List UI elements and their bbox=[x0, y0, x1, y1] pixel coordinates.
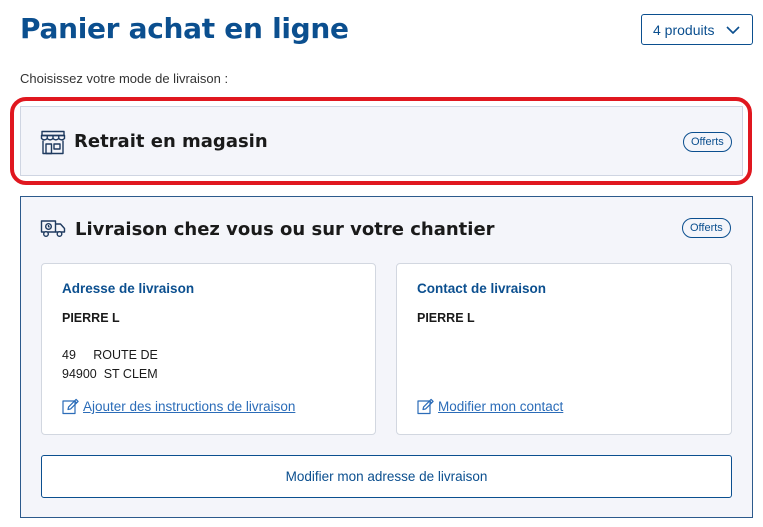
add-delivery-instructions-label: Ajouter des instructions de livraison bbox=[83, 399, 296, 414]
edit-contact-link[interactable]: Modifier mon contact bbox=[417, 398, 563, 415]
pickup-option-title: Retrait en magasin bbox=[74, 131, 268, 152]
modify-delivery-address-button[interactable]: Modifier mon adresse de livraison bbox=[41, 455, 732, 498]
store-icon bbox=[40, 130, 66, 155]
delivery-address-title: Adresse de livraison bbox=[62, 281, 195, 296]
delivery-option-title: Livraison chez vous ou sur votre chantie… bbox=[75, 219, 495, 240]
home-delivery-option[interactable]: Livraison chez vous ou sur votre chantie… bbox=[20, 196, 753, 518]
delivery-contact-card: Contact de livraison PIERRE L Modifier m… bbox=[396, 263, 732, 435]
products-count-dropdown[interactable]: 4 produits bbox=[641, 14, 753, 45]
delivery-address-line1: 49 ROUTE DE bbox=[62, 348, 158, 362]
add-delivery-instructions-link[interactable]: Ajouter des instructions de livraison bbox=[62, 398, 295, 415]
products-count-label: 4 produits bbox=[653, 21, 715, 38]
delivery-mode-prompt: Choisissez votre mode de livraison : bbox=[20, 71, 229, 86]
delivery-address-name: PIERRE L bbox=[62, 311, 120, 325]
delivery-contact-name: PIERRE L bbox=[417, 311, 475, 325]
pickup-free-badge: Offerts bbox=[683, 132, 732, 152]
edit-icon bbox=[417, 398, 434, 415]
delivery-address-line2: 94900 ST CLEM bbox=[62, 367, 158, 381]
chevron-down-icon bbox=[726, 26, 740, 34]
edit-icon bbox=[62, 398, 79, 415]
delivery-contact-title: Contact de livraison bbox=[417, 281, 547, 296]
delivery-truck-icon bbox=[40, 220, 66, 237]
delivery-free-badge: Offerts bbox=[682, 218, 731, 238]
page-title: Panier achat en ligne bbox=[20, 12, 349, 45]
delivery-address-card: Adresse de livraison PIERRE L 49 ROUTE D… bbox=[41, 263, 376, 435]
pickup-option[interactable]: Retrait en magasin Offerts bbox=[20, 106, 743, 176]
edit-contact-label: Modifier mon contact bbox=[438, 399, 564, 414]
